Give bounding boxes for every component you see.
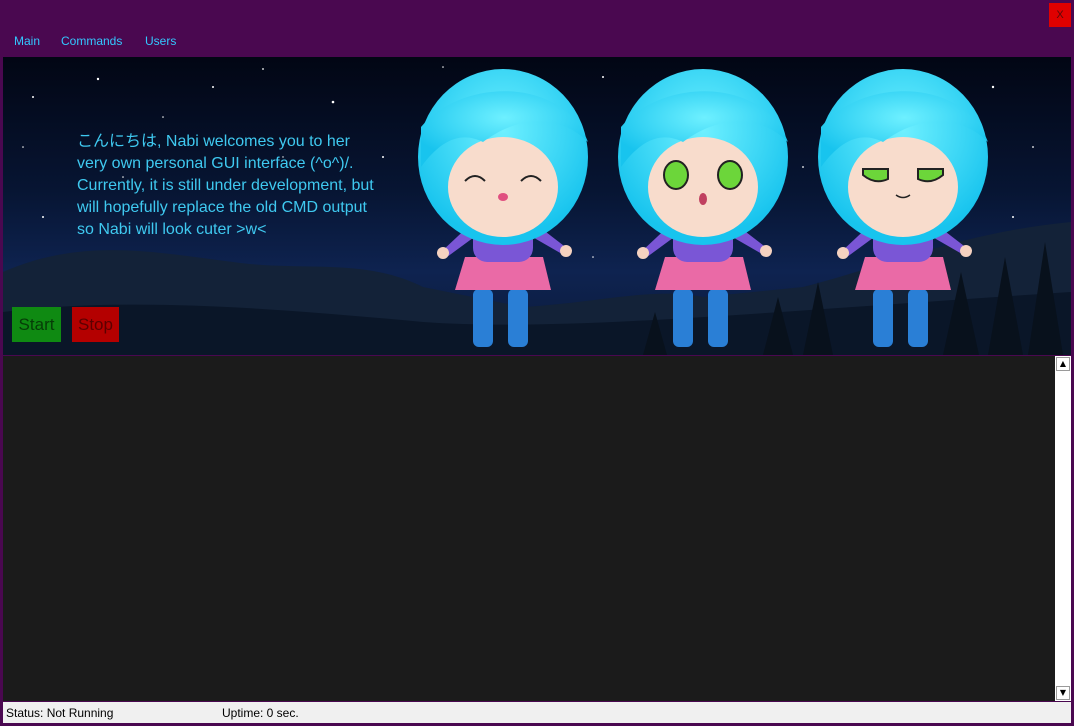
console-scrollbar[interactable]: ▲ ▼ (1055, 356, 1071, 701)
close-button[interactable]: X (1049, 3, 1071, 27)
console-output[interactable] (3, 356, 1055, 701)
uptime-label: Uptime: 0 sec. (222, 706, 299, 720)
welcome-message: こんにちは, Nabi welcomes you to her very own… (77, 133, 374, 238)
menu-item-main[interactable]: Main (14, 34, 40, 48)
start-button[interactable]: Start (12, 307, 61, 342)
title-bar: X Main Commands Users (0, 0, 1074, 56)
status-bar: Status: Not Running Uptime: 0 sec. (3, 702, 1071, 723)
menu-item-commands[interactable]: Commands (61, 34, 122, 48)
scroll-up-icon[interactable]: ▲ (1056, 357, 1070, 371)
scroll-down-icon[interactable]: ▼ (1056, 686, 1070, 700)
banner: こんにちは, Nabi welcomes you to her very own… (3, 57, 1071, 355)
status-label: Status: Not Running (6, 706, 114, 720)
menu-item-users[interactable]: Users (145, 34, 176, 48)
stop-button[interactable]: Stop (72, 307, 119, 342)
